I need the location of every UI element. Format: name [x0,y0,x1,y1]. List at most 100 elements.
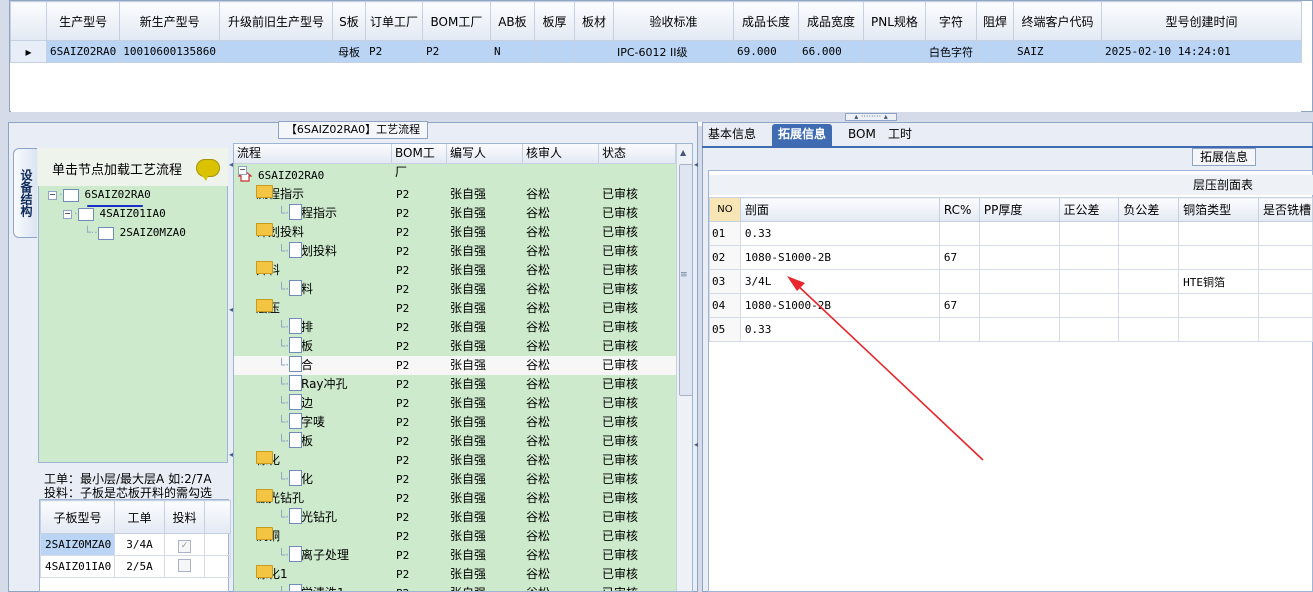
lamination-cell[interactable] [938,269,980,294]
table-row[interactable]: ▸ 6SAIZ02RA0 10010600135860 母板 P2 P2 N IPC-6012… [10,40,1302,63]
lamination-cell[interactable] [1058,317,1120,342]
col-header[interactable]: 验收标准 [612,1,734,41]
table-cell[interactable] [975,40,1014,63]
process-group-row[interactable]: −棕化1P2张自强谷松已审核 [234,565,676,584]
horizontal-splitter[interactable] [0,112,1313,122]
splitter-grip-icon[interactable]: ▴ ········ ▴ [845,113,897,121]
row-number-cell[interactable]: 04 [709,293,741,318]
col-header[interactable]: PNL规格 [862,1,926,41]
lamination-cell[interactable]: 67 [938,245,980,270]
process-step-row[interactable]: └·烘板P2张自强谷松已审核 [234,432,676,451]
lamination-cell[interactable]: 1080-S1000-2B [739,245,940,270]
process-grid[interactable]: 流程 BOM工厂 编写人 核审人 状态 −6SAIZ02RA0 −流程指示P2张… [233,143,693,592]
lamination-cell[interactable] [1118,269,1180,294]
table-cell[interactable]: 白色字符 [924,40,977,63]
process-group-row[interactable]: −计划投料P2张自强谷松已审核 [234,223,676,242]
row-number-cell[interactable]: 03 [709,269,741,294]
order-cell[interactable]: 3/4A [114,533,165,556]
lamination-cell[interactable] [938,317,980,342]
process-step-row[interactable]: └·开料P2张自强谷松已审核 [234,280,676,299]
col-header[interactable]: 板厚 [533,1,575,41]
sub-model-cell[interactable]: 4SAIZ01IA0 [40,555,115,578]
process-step-row[interactable]: └· 计划投料 P2 张自强 谷松 已审核 [234,242,676,261]
lamination-cell[interactable] [1257,317,1313,342]
col-header[interactable]: 生产型号 [45,1,121,41]
col-header[interactable]: 升级前旧生产型号 [218,1,333,41]
lamination-cell[interactable] [1178,245,1259,270]
lamination-table[interactable]: NO 剖面 RC% PP厚度 正公差 负公差 铜箔类型 是否铣槽 01 0.33 02 1080-S… [709,197,1313,342]
scroll-up-icon[interactable]: ▲ [680,148,686,157]
order-cell[interactable]: 2/5A [114,555,165,578]
process-step-row[interactable]: └· X-Ray冲孔 P2 张自强 谷松 已审核 [234,375,676,394]
col-header[interactable]: 订单工厂 [364,1,423,41]
tree-node-root[interactable]: − · 6SAIZ02RA0 [48,188,151,202]
process-step-row[interactable]: └· 流程指示 P2 张自强 谷松 已审核 [234,204,676,223]
row-number-cell[interactable]: 02 [709,245,741,270]
row-indicator-icon[interactable]: ▸ [10,40,47,63]
lamination-col-header[interactable]: 铜箔类型 [1178,197,1259,222]
table-row[interactable]: 4SAIZ01IA0 2/5A [40,555,231,578]
process-group-row[interactable]: −流程指示P2张自强谷松已审核 [234,185,676,204]
process-step-row[interactable]: └· 激光钻孔 P2 张自强 谷松 已审核 [234,508,676,527]
lamination-cell[interactable] [1058,269,1120,294]
collapse-arrow-icon[interactable]: ◂ [694,160,698,169]
col-header[interactable]: 成品宽度 [797,1,864,41]
col-header[interactable]: 终端客户代码 [1012,1,1102,41]
tree-node-child[interactable]: − · 4SAIZ01IA0 [63,207,166,221]
process-step-row[interactable]: └·化学清洗1P2张自强谷松已审核 [234,584,676,591]
lamination-cell[interactable] [1257,245,1313,270]
lamination-cell[interactable] [978,221,1060,246]
table-row[interactable]: 01 0.33 [709,221,1313,246]
feed-cell[interactable]: ✓ [164,533,205,556]
lamination-cell[interactable] [978,269,1060,294]
tree-node-leaf[interactable]: └·· 2SAIZ0MZA0 [84,226,186,240]
sub-model-cell[interactable]: 2SAIZ0MZA0 [40,533,115,556]
process-group-row[interactable]: −沉铜P2张自强谷松已审核 [234,527,676,546]
col-header[interactable]: 板材 [573,1,614,41]
tab-work-hours[interactable]: 工时 [882,124,918,146]
model-grid[interactable]: 生产型号 新生产型号 升级前旧生产型号 S板 订单工厂 BOM工厂 AB板 板厚 板材 验收标准成… [9,0,1313,126]
col-header[interactable]: 新生产型号 [119,1,220,41]
lamination-col-header[interactable]: PP厚度 [978,197,1060,222]
process-step-row[interactable]: └· 等离子处理 P2 张自强 谷松 已审核 [234,546,676,565]
process-group-row[interactable]: −激光钻孔P2张自强谷松已审核 [234,489,676,508]
collapse-icon[interactable]: − [63,209,72,219]
table-row[interactable]: 2SAIZ0MZA0 3/4A ✓ [40,533,231,556]
row-number-cell[interactable]: 05 [709,317,741,342]
feed-cell[interactable] [164,555,205,578]
table-cell[interactable]: 2025-02-10 14:24:01 [1100,40,1302,63]
process-root-row[interactable]: − 6SAIZ02RA0 [234,166,676,185]
table-row[interactable]: 03 3/4L HTE铜箔 [709,269,1313,294]
col-header[interactable]: 成品长度 [732,1,799,41]
process-step-row[interactable]: └· 打字唛 P2 张自强 谷松 已审核 [234,413,676,432]
tab-device-structure[interactable]: 设备结构 [13,148,37,238]
table-cell[interactable]: SAIZ [1012,40,1102,63]
col-order[interactable]: 工单 [114,500,165,534]
process-scrollbar[interactable]: ▲ ≡ [676,144,692,591]
row-number-cell[interactable]: 01 [709,221,741,246]
lamination-cell[interactable] [1058,221,1120,246]
lamination-cell[interactable] [978,293,1060,318]
lamination-cell[interactable] [1118,293,1180,318]
col-header[interactable]: AB板 [489,1,535,41]
table-cell[interactable]: 母板 [331,40,366,63]
lamination-cell[interactable] [1178,221,1259,246]
lamination-cell[interactable] [1178,317,1259,342]
collapse-arrow-icon[interactable]: ◂ [694,440,698,449]
col-header[interactable]: 阻焊 [975,1,1014,41]
lamination-col-header[interactable]: 负公差 [1118,197,1180,222]
table-row[interactable]: 02 1080-S1000-2B 67 [709,245,1313,270]
col-flow[interactable]: 流程 [234,144,392,163]
lamination-cell[interactable]: 0.33 [739,317,940,342]
table-cell[interactable] [533,40,575,63]
process-step-row[interactable]: └·压合P2张自强谷松已审核 [234,356,676,375]
table-cell[interactable]: P2 [421,40,491,63]
lamination-cell[interactable]: 67 [938,293,980,318]
col-header[interactable]: 型号创建时间 [1100,1,1302,41]
table-cell[interactable]: IPC-6012 II级 [612,40,734,63]
table-row[interactable]: 04 1080-S1000-2B 67 [709,293,1313,318]
sub-board-table[interactable]: 子板型号 工单 投料 2SAIZ0MZA0 3/4A ✓ 4SAIZ01IA0 2/5A [39,499,231,592]
lamination-cell[interactable] [1058,293,1120,318]
tab-basic-info[interactable]: 基本信息 [702,124,762,146]
process-step-row[interactable]: └·铣边P2张自强谷松已审核 [234,394,676,413]
